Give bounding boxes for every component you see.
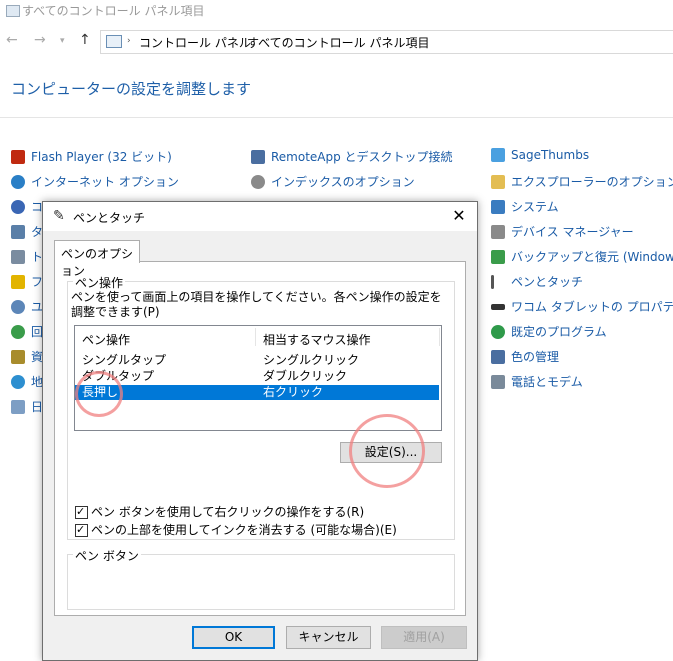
apply-button[interactable]: 適用(A) [381,626,467,649]
cancel-button[interactable]: キャンセル [286,626,371,649]
pen-action-cell: シングルタップ [82,353,167,367]
column-separator [255,328,256,346]
mouse-action-cell: ダブルクリック [263,369,348,383]
cp-item-explorer-options[interactable]: エクスプローラーのオプション [491,173,673,193]
folder-icon [491,175,505,189]
breadcrumb-all-items[interactable]: すべてのコントロール パネル項目 [247,34,430,51]
device-manager-icon [491,225,505,239]
credential-icon [11,350,25,364]
mouse-action-cell: シングルクリック [263,353,360,367]
breadcrumb-separator-icon: › [233,36,237,46]
troubleshoot-icon [11,250,25,264]
pen-icon: ✎ [53,208,65,224]
cp-item-color-management[interactable]: 色の管理 [491,348,559,368]
globe-icon [11,175,25,189]
cp-item-col1-7[interactable]: ユ [11,298,43,318]
column-header-mouse-action[interactable]: 相当するマウス操作 [263,331,371,348]
mouse-action-cell: 右クリック [263,385,324,399]
cp-item-sagethumbs[interactable]: SageThumbs [491,148,589,168]
tablet-pen-icon [491,304,505,310]
list-item[interactable]: シングルタップ シングルクリック [75,353,439,368]
monitor-icon [491,200,505,214]
navigation-bar: ← → ▾ ↑ › コントロール パネル › すべてのコントロール パネル項目 [0,26,673,56]
color-management-icon [491,350,505,364]
cp-item-col1-8[interactable]: 回 [11,323,43,343]
address-bar-icon [106,35,122,48]
column-header-pen-action[interactable]: ペン操作 [82,331,130,348]
dialog-titlebar[interactable]: ✎ ペンとタッチ ✕ [43,202,477,231]
cp-item-col1-4[interactable]: タ [11,223,43,243]
region-icon [11,375,25,389]
pen-buttons-group-title: ペン ボタン [73,547,141,564]
control-panel-icon [6,5,20,17]
cp-item-default-programs[interactable]: 既定のプログラム [491,323,607,343]
checkbox-checked-icon[interactable] [75,504,88,520]
list-item-selected[interactable]: 長押し 右クリック [75,385,439,400]
close-icon[interactable]: ✕ [447,205,471,227]
forward-arrow-icon[interactable]: → [34,32,46,48]
window-title: すべてのコントロール パネル項目 [22,4,205,18]
backup-icon [491,250,505,264]
cp-item-indexing-options[interactable]: インデックスのオプション [251,173,415,193]
back-arrow-icon[interactable]: ← [6,32,18,48]
cp-item-remoteapp[interactable]: RemoteApp とデスクトップ接続 [251,148,453,168]
recent-chevron-icon[interactable]: ▾ [60,36,65,46]
column-separator [439,328,440,346]
tablet-icon [11,225,25,239]
window-titlebar: すべてのコントロール パネル項目 [0,0,673,26]
cp-item-flash-player[interactable]: Flash Player (32 ビット) [11,148,172,168]
cp-item-system[interactable]: システム [491,198,559,218]
cp-item-device-manager[interactable]: デバイス マネージャー [491,223,634,243]
calendar-icon [11,400,25,414]
address-bar[interactable]: › コントロール パネル › すべてのコントロール パネル項目 [100,30,673,54]
cp-item-col1-10[interactable]: 地 [11,373,43,393]
cp-item-col1-11[interactable]: 日 [11,398,43,418]
highlight-ring-long-press [75,371,123,417]
tab-pen-options[interactable]: ペンのオプション [54,240,140,278]
remote-desktop-icon [251,150,265,164]
list-item[interactable]: ダブルタップ ダブルクリック [75,369,439,384]
highlight-ring-settings [349,414,425,488]
cp-item-col1-3[interactable]: コ [11,198,43,218]
breadcrumb-separator-icon: › [127,36,131,46]
sagethumbs-icon [491,148,505,162]
dialog-title: ペンとタッチ [73,211,146,225]
recovery-icon [11,325,25,339]
cp-item-pen-and-touch[interactable]: ペンとタッチ [491,273,583,293]
up-arrow-icon[interactable]: ↑ [79,32,91,48]
default-programs-icon [491,325,505,339]
cp-item-wacom-tablet[interactable]: ワコム タブレットの プロパティ [491,298,673,318]
font-icon [11,275,25,289]
pen-operations-description: ペンを使って画面上の項目を操作してください。各ペン操作の設定を調整できます(P) [71,290,442,319]
cp-item-internet-options[interactable]: インターネット オプション [11,173,179,193]
users-icon [11,300,25,314]
cp-item-phone-modem[interactable]: 電話とモデム [491,373,583,393]
pen-icon [491,275,494,289]
heading-divider [0,117,673,118]
cp-item-col1-9[interactable]: 資 [11,348,43,368]
flash-icon [11,150,25,164]
cp-item-col1-5[interactable]: ト [11,248,43,268]
ok-button[interactable]: OK [192,626,275,649]
control-icon [11,200,25,214]
cp-item-backup-restore[interactable]: バックアップと復元 (Windows 7) [491,248,673,268]
checkbox-checked-icon[interactable] [75,522,88,538]
page-heading: コンピューターの設定を調整します [11,80,252,98]
search-icon [251,175,265,189]
phone-icon [491,375,505,389]
